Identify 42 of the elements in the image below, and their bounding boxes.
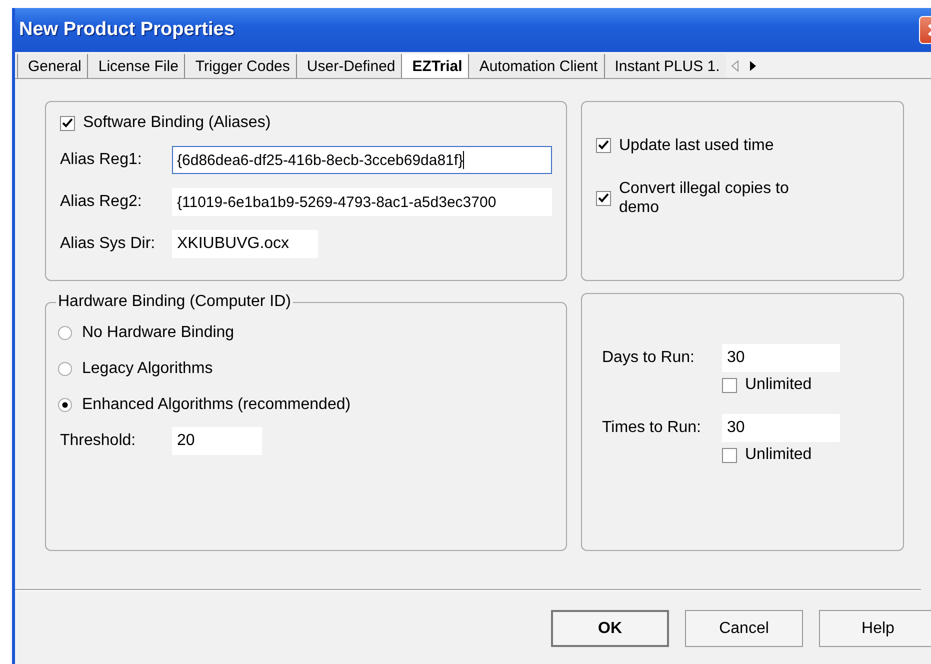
checkbox[interactable] bbox=[596, 190, 611, 206]
checkbox-label: Unlimited bbox=[745, 446, 812, 464]
field-label: Times to Run: bbox=[602, 419, 702, 437]
field-label: Days to Run: bbox=[602, 349, 696, 367]
tab[interactable]: Trigger Codes bbox=[184, 54, 296, 78]
radio-label: Enhanced Algorithms (recommended) bbox=[82, 396, 351, 414]
input-field[interactable]: 20 bbox=[172, 427, 262, 455]
radio-button[interactable] bbox=[58, 362, 72, 376]
tab[interactable]: EZTrial bbox=[401, 54, 468, 78]
field-label: Threshold: bbox=[59, 432, 137, 450]
radio-button[interactable] bbox=[58, 326, 72, 340]
checkbox[interactable] bbox=[722, 448, 737, 462]
checkbox-label: Software Binding (Aliases) bbox=[83, 114, 271, 132]
dialog-button[interactable]: OK bbox=[551, 610, 669, 647]
scroll-right-icon[interactable] bbox=[748, 60, 758, 72]
input-field[interactable]: XKIUBUVG.ocx bbox=[172, 230, 318, 258]
scroll-left-icon[interactable] bbox=[730, 60, 740, 72]
input-field[interactable]: {6d86dea6-df25-416b-8ecb-3cceb69da81f} bbox=[172, 146, 552, 174]
checkbox-label: Update last used time bbox=[619, 136, 775, 156]
radio-button[interactable] bbox=[58, 398, 72, 412]
tab[interactable]: License File bbox=[87, 54, 184, 78]
field-label: Alias Sys Dir: bbox=[60, 235, 156, 253]
checkbox[interactable] bbox=[60, 116, 75, 130]
group-title: Hardware Binding (Computer ID) bbox=[57, 293, 292, 311]
checkbox-label: Unlimited bbox=[745, 376, 812, 394]
radio-label: Legacy Algorithms bbox=[82, 360, 213, 378]
dialog-button[interactable]: Help bbox=[819, 610, 931, 647]
window-title: New Product Properties bbox=[19, 19, 234, 41]
tab[interactable]: User-Defined bbox=[296, 54, 402, 78]
input-field[interactable]: {11019-6e1ba1b9-5269-4793-8ac1-a5d3ec3700 bbox=[172, 188, 552, 216]
input-field[interactable]: 30 bbox=[722, 344, 840, 372]
field-label: Alias Reg1: bbox=[60, 151, 143, 169]
radio-label: No Hardware Binding bbox=[82, 324, 234, 342]
tab[interactable]: Automation Client bbox=[468, 54, 604, 78]
tab[interactable]: Instant PLUS 1. bbox=[604, 54, 726, 78]
checkbox[interactable] bbox=[722, 378, 737, 392]
input-field[interactable]: 30 bbox=[722, 414, 840, 442]
dialog-button[interactable]: Cancel bbox=[685, 610, 803, 647]
checkbox[interactable] bbox=[596, 138, 611, 154]
field-label: Alias Reg2: bbox=[60, 193, 143, 211]
checkbox-label: Convert illegal copies to demo bbox=[619, 179, 790, 218]
tab[interactable]: General bbox=[17, 54, 88, 78]
